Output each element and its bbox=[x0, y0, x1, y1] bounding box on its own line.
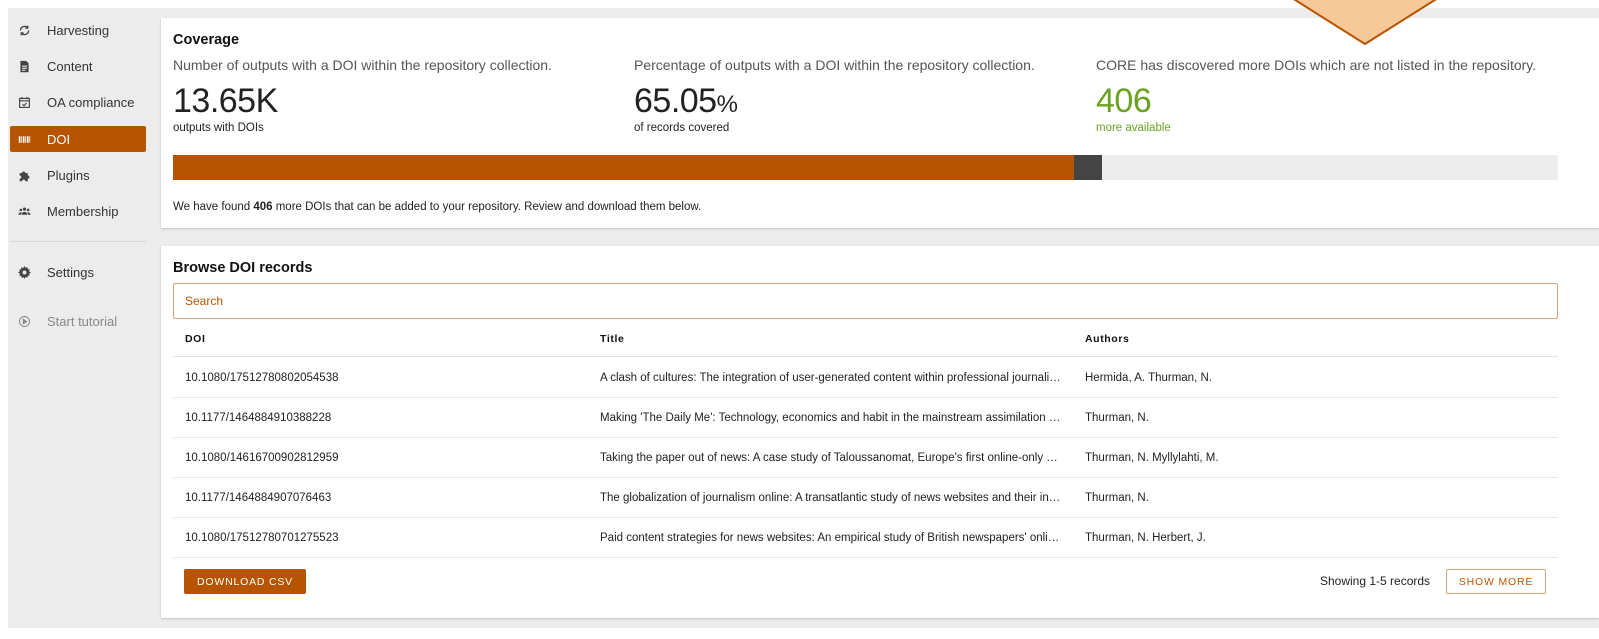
showing-records-text: Showing 1-5 records bbox=[1320, 574, 1431, 588]
cell-title: Making 'The Daily Me': Technology, econo… bbox=[600, 412, 1063, 424]
browse-doi-card: Browse DOI records DOI Title Authors 10.… bbox=[161, 246, 1599, 618]
table-row[interactable]: 10.1177/1464884910388228 Making 'The Dai… bbox=[173, 398, 1558, 438]
sidebar-item-label: OA compliance bbox=[47, 94, 135, 110]
users-icon bbox=[17, 204, 31, 218]
cell-title: Taking the paper out of news: A case stu… bbox=[600, 452, 1063, 464]
sidebar-item-start-tutorial[interactable]: Start tutorial bbox=[10, 308, 146, 334]
cell-doi: 10.1080/17512780701275523 bbox=[185, 532, 339, 544]
cell-title: A clash of cultures: The integration of … bbox=[600, 372, 1063, 384]
stat-unit: % bbox=[716, 91, 738, 118]
stat-description: CORE has discovered more DOIs which are … bbox=[1096, 57, 1537, 73]
table-row[interactable]: 10.1080/17512780701275523 Paid content s… bbox=[173, 518, 1558, 558]
table-row[interactable]: 10.1080/14616700902812959 Taking the pap… bbox=[173, 438, 1558, 478]
cell-title: Paid content strategies for news website… bbox=[600, 532, 1063, 544]
sidebar-item-label: Content bbox=[47, 58, 93, 74]
app-root: Harvesting Content OA compliance DOI Plu… bbox=[0, 0, 1599, 639]
cell-doi: 10.1177/1464884907076463 bbox=[185, 492, 332, 504]
stat-description: Percentage of outputs with a DOI within … bbox=[634, 57, 1035, 73]
coverage-progress-bar bbox=[173, 155, 1558, 180]
sidebar-divider bbox=[10, 241, 146, 242]
found-dois-message: We have found 406 more DOIs that can be … bbox=[173, 201, 701, 213]
sidebar-item-doi[interactable]: DOI bbox=[10, 126, 146, 152]
coverage-card: Coverage Number of outputs with a DOI wi… bbox=[161, 18, 1599, 228]
play-circle-icon bbox=[17, 314, 31, 328]
found-count: 406 bbox=[253, 201, 273, 213]
cell-authors: Thurman, N. Herbert, J. bbox=[1085, 532, 1206, 544]
cell-authors: Hermida, A. Thurman, N. bbox=[1085, 372, 1212, 384]
left-strip bbox=[0, 0, 8, 639]
stat-caption: more available bbox=[1096, 122, 1171, 134]
sidebar-item-oa-compliance[interactable]: OA compliance bbox=[10, 89, 146, 115]
column-header-doi[interactable]: DOI bbox=[185, 333, 205, 345]
document-icon bbox=[17, 59, 31, 73]
stat-caption: outputs with DOIs bbox=[173, 122, 264, 134]
sidebar-item-content[interactable]: Content bbox=[10, 53, 146, 79]
stat-caption: of records covered bbox=[634, 122, 730, 134]
cell-authors: Thurman, N. bbox=[1085, 492, 1149, 504]
search-input[interactable] bbox=[173, 283, 1558, 319]
stat-value-wrapper: 65.05% bbox=[634, 82, 738, 121]
column-header-authors[interactable]: Authors bbox=[1085, 333, 1129, 345]
sidebar-item-label: Settings bbox=[47, 264, 94, 280]
sidebar-item-harvesting[interactable]: Harvesting bbox=[10, 17, 146, 43]
sidebar-item-settings[interactable]: Settings bbox=[10, 259, 146, 285]
cell-doi: 10.1080/14616700902812959 bbox=[185, 452, 339, 464]
browse-title: Browse DOI records bbox=[173, 260, 313, 276]
table-row[interactable]: 10.1177/1464884907076463 The globalizati… bbox=[173, 478, 1558, 518]
found-prefix: We have found bbox=[173, 201, 254, 213]
coverage-progress-extra bbox=[1073, 155, 1102, 180]
stat-value: 406 bbox=[1096, 82, 1152, 120]
table-row[interactable]: 10.1080/17512780802054538 A clash of cul… bbox=[173, 358, 1558, 398]
sidebar-item-label: DOI bbox=[47, 131, 71, 147]
gear-icon bbox=[17, 265, 31, 279]
refresh-icon bbox=[17, 23, 31, 37]
cell-authors: Thurman, N. bbox=[1085, 412, 1149, 424]
download-csv-button[interactable]: DOWNLOAD CSV bbox=[184, 569, 306, 594]
found-suffix: more DOIs that can be added to your repo… bbox=[272, 201, 702, 213]
cell-doi: 10.1080/17512780802054538 bbox=[185, 372, 339, 384]
barcode-icon bbox=[17, 132, 31, 146]
stat-value: 13.65K bbox=[173, 82, 278, 120]
cell-title: The globalization of journalism online: … bbox=[600, 492, 1063, 504]
cell-doi: 10.1177/1464884910388228 bbox=[185, 412, 332, 424]
coverage-progress-fill bbox=[173, 155, 1074, 180]
stat-description: Number of outputs with a DOI within the … bbox=[173, 57, 552, 73]
coverage-title: Coverage bbox=[173, 32, 240, 48]
sidebar-item-label: Harvesting bbox=[47, 22, 110, 38]
tutorial-callout-arrow bbox=[1293, 0, 1437, 45]
puzzle-icon bbox=[17, 168, 31, 182]
bottom-strip bbox=[0, 628, 1599, 639]
table-header: DOI Title Authors bbox=[173, 326, 1558, 357]
cell-authors: Thurman, N. Myllylahti, M. bbox=[1085, 452, 1219, 464]
sidebar-item-label: Start tutorial bbox=[47, 313, 118, 329]
sidebar-item-label: Membership bbox=[47, 203, 119, 219]
show-more-button[interactable]: SHOW MORE bbox=[1446, 569, 1546, 594]
sidebar-item-membership[interactable]: Membership bbox=[10, 198, 146, 224]
sidebar-item-label: Plugins bbox=[47, 167, 90, 183]
stat-value: 65.05 bbox=[634, 82, 717, 120]
calendar-check-icon bbox=[17, 95, 31, 109]
sidebar-item-plugins[interactable]: Plugins bbox=[10, 162, 146, 188]
column-header-title[interactable]: Title bbox=[600, 333, 624, 345]
